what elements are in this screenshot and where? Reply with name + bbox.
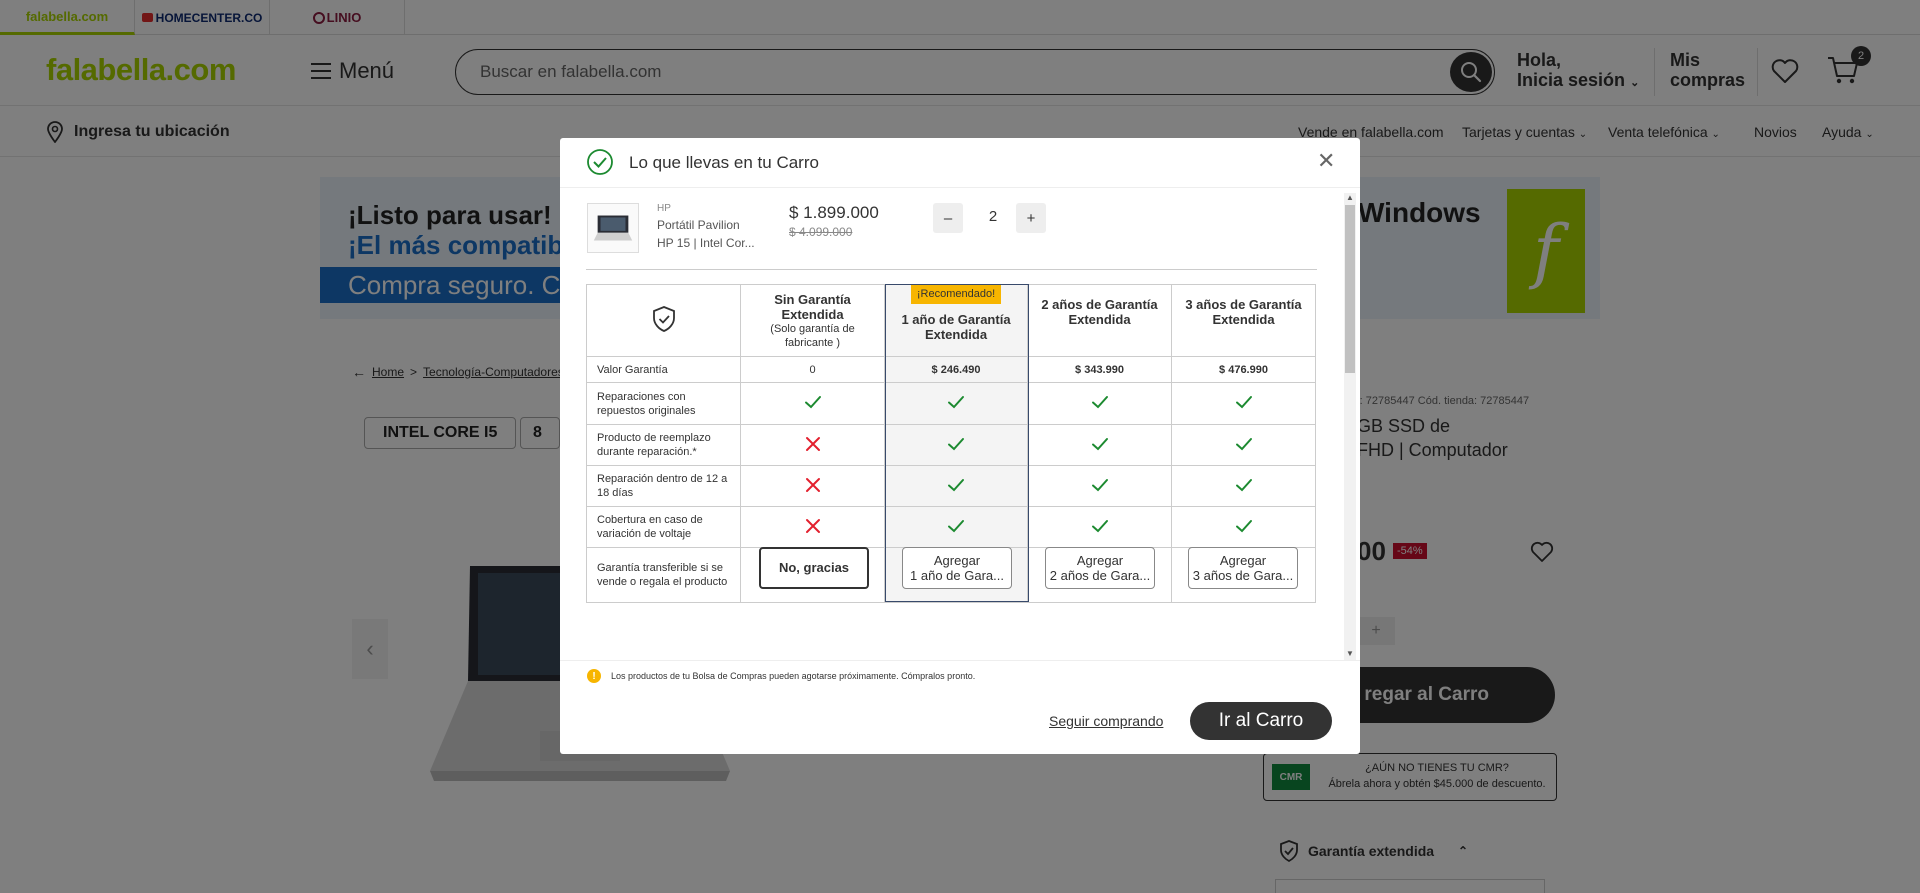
check-circle-icon bbox=[587, 149, 613, 175]
add-1year-warranty-button[interactable]: Agregar 1 año de Gara... bbox=[902, 547, 1012, 589]
check-icon bbox=[1091, 396, 1108, 409]
add-1year-line1: Agregar bbox=[933, 553, 981, 568]
product-brand: HP bbox=[657, 203, 671, 214]
scrollbar-thumb[interactable] bbox=[1345, 205, 1355, 373]
add-2years-line2: 2 años de Gara... bbox=[1049, 568, 1151, 583]
scroll-down-icon[interactable]: ▼ bbox=[1346, 649, 1354, 658]
product-name: Portátil Pavilion HP 15 | Intel Cor... bbox=[657, 216, 757, 252]
check-icon bbox=[1235, 519, 1252, 532]
warranty-shield-cell bbox=[586, 284, 741, 357]
warranty-col-1year-title: 1 año de Garantía Extendida bbox=[901, 312, 1011, 342]
add-2years-line1: Agregar bbox=[1076, 553, 1124, 568]
warranty-mark-3years bbox=[1171, 382, 1316, 425]
warranty-mark-2years bbox=[1027, 506, 1172, 548]
modal-title: Lo que llevas en tu Carro bbox=[629, 153, 819, 172]
warranty-col-none-title: Sin Garantía Extendida bbox=[774, 291, 851, 322]
warranty-mark-1year bbox=[884, 465, 1028, 507]
check-icon bbox=[1091, 437, 1108, 450]
stock-warning: ! Los productos de tu Bolsa de Compras p… bbox=[587, 669, 975, 683]
close-icon[interactable]: ✕ bbox=[1317, 150, 1335, 172]
warranty-mark-2years bbox=[1027, 465, 1172, 507]
add-3years-line1: Agregar bbox=[1219, 553, 1267, 568]
shield-check-icon bbox=[652, 306, 675, 332]
warranty-feature-label: Garantía transferible si se vende o rega… bbox=[586, 547, 741, 603]
modal-body: ▲ ▼ HP Portátil Pavilion HP 15 | Intel C… bbox=[560, 189, 1360, 660]
modal-header: Lo que llevas en tu Carro ✕ bbox=[560, 138, 1360, 188]
check-icon bbox=[948, 478, 964, 491]
warranty-col-none-sub: (Solo garantía de fabricante ) bbox=[770, 322, 855, 349]
warranty-mark-3years bbox=[1171, 506, 1316, 548]
warranty-mark-2years bbox=[1027, 424, 1172, 466]
check-icon bbox=[1091, 478, 1108, 491]
warranty-col-2years[interactable]: 2 años de Garantía Extendida bbox=[1027, 284, 1172, 357]
modal-scrollbar[interactable]: ▲ ▼ bbox=[1344, 193, 1356, 660]
warranty-header-row: Sin Garantía Extendida (Solo garantía de… bbox=[586, 284, 1316, 357]
check-icon bbox=[1235, 437, 1252, 450]
warranty-value-row: Valor Garantía 0 $ 246.490 $ 343.990 $ 4… bbox=[586, 356, 1316, 383]
warranty-col-none[interactable]: Sin Garantía Extendida (Solo garantía de… bbox=[740, 284, 885, 357]
divider bbox=[586, 269, 1317, 270]
warning-icon: ! bbox=[587, 669, 601, 683]
quantity-plus-button[interactable]: + bbox=[1016, 203, 1046, 233]
warranty-mark-3years bbox=[1171, 465, 1316, 507]
modal-footer: ! Los productos de tu Bolsa de Compras p… bbox=[560, 660, 1360, 754]
warranty-col-3years[interactable]: 3 años de Garantía Extendida bbox=[1171, 284, 1316, 357]
cross-icon bbox=[805, 518, 820, 533]
warranty-mark-1year bbox=[884, 506, 1028, 548]
product-thumbnail bbox=[587, 203, 639, 253]
warranty-feature-label: Cobertura en caso de variación de voltaj… bbox=[586, 506, 741, 548]
add-1year-line2: 1 año de Gara... bbox=[910, 568, 1004, 583]
warranty-feature-label: Reparaciones con repuestos originales bbox=[586, 382, 741, 425]
go-to-cart-button[interactable]: Ir al Carro bbox=[1190, 702, 1332, 740]
warranty-value-3years: $ 476.990 bbox=[1171, 356, 1316, 383]
product-name-line1: Portátil Pavilion bbox=[657, 218, 740, 232]
warranty-feature-row: Cobertura en caso de variación de voltaj… bbox=[586, 506, 1316, 548]
check-icon bbox=[1091, 519, 1108, 532]
keep-shopping-link[interactable]: Seguir comprando bbox=[1049, 713, 1163, 729]
quantity-minus-button[interactable]: – bbox=[933, 203, 963, 233]
check-icon bbox=[948, 519, 964, 532]
warranty-value-1year: $ 246.490 bbox=[884, 356, 1028, 383]
product-price: $ 1.899.000 bbox=[789, 203, 879, 222]
scroll-up-icon[interactable]: ▲ bbox=[1346, 193, 1354, 202]
check-icon bbox=[804, 396, 821, 409]
warranty-feature-row: Producto de reemplazo durante reparación… bbox=[586, 424, 1316, 466]
cross-icon bbox=[805, 436, 820, 451]
add-2years-warranty-button[interactable]: Agregar 2 años de Gara... bbox=[1045, 547, 1155, 589]
warranty-mark-none bbox=[740, 465, 885, 507]
warranty-feature-label: Reparación dentro de 12 a 18 días bbox=[586, 465, 741, 507]
warranty-mark-3years bbox=[1171, 424, 1316, 466]
warranty-feature-row: Reparaciones con repuestos originales bbox=[586, 382, 1316, 425]
warranty-mark-1year bbox=[884, 382, 1028, 425]
warranty-mark-none bbox=[740, 506, 885, 548]
product-old-price: $ 4.099.000 bbox=[789, 225, 853, 239]
warranty-feature-label: Producto de reemplazo durante reparación… bbox=[586, 424, 741, 466]
warranty-value-2years: $ 343.990 bbox=[1027, 356, 1172, 383]
add-3years-warranty-button[interactable]: Agregar 3 años de Gara... bbox=[1188, 547, 1298, 589]
recommended-badge: ¡Recomendado! bbox=[910, 285, 1002, 304]
warranty-col-3years-title: 3 años de Garantía Extendida bbox=[1185, 296, 1302, 327]
warranty-mark-2years bbox=[1027, 382, 1172, 425]
warranty-mark-1year bbox=[884, 424, 1028, 466]
add-3years-line2: 3 años de Gara... bbox=[1192, 568, 1294, 583]
check-icon bbox=[1235, 478, 1252, 491]
warranty-mark-none bbox=[740, 424, 885, 466]
warranty-value-label: Valor Garantía bbox=[586, 356, 741, 383]
check-icon bbox=[948, 437, 964, 450]
stock-warning-text: Los productos de tu Bolsa de Compras pue… bbox=[611, 671, 976, 681]
cross-icon bbox=[805, 477, 820, 492]
check-icon bbox=[1235, 396, 1252, 409]
warranty-col-2years-title: 2 años de Garantía Extendida bbox=[1041, 296, 1158, 327]
check-icon bbox=[948, 396, 964, 409]
warranty-col-1year[interactable]: ¡Recomendado! 1 año de Garantía Extendid… bbox=[884, 284, 1028, 357]
warranty-mark-none bbox=[740, 382, 885, 425]
cart-modal: Lo que llevas en tu Carro ✕ ▲ ▼ HP Portá… bbox=[560, 138, 1360, 754]
no-thanks-button[interactable]: No, gracias bbox=[759, 547, 869, 589]
product-name-line2: HP 15 | Intel Cor... bbox=[657, 236, 755, 250]
quantity-value: 2 bbox=[988, 208, 998, 225]
warranty-feature-row: Reparación dentro de 12 a 18 días bbox=[586, 465, 1316, 507]
warranty-value-none: 0 bbox=[740, 356, 885, 383]
